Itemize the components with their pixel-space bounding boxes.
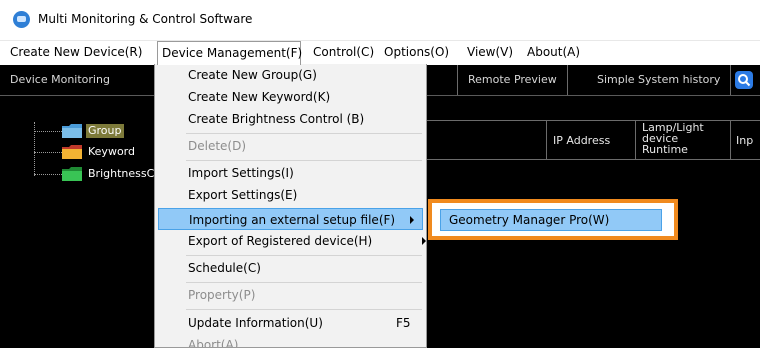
menu-create-new-device[interactable]: Create New Device(R) xyxy=(6,41,146,64)
menu-separator xyxy=(186,255,422,256)
menu-about[interactable]: About(A) xyxy=(523,41,584,64)
menu-item-geometry-manager-pro[interactable]: Geometry Manager Pro(W) xyxy=(440,209,662,231)
menu-shortcut-f5: F5 xyxy=(396,316,411,330)
menu-item-schedule[interactable]: Schedule(C) xyxy=(188,257,261,279)
menu-item-import-settings[interactable]: Import Settings(I) xyxy=(188,162,294,184)
menu-options[interactable]: Options(O) xyxy=(380,41,453,64)
title-bar: Multi Monitoring & Control Software xyxy=(0,0,760,41)
menu-item-create-brightness-control[interactable]: Create Brightness Control (B) xyxy=(188,108,364,130)
app-logo-icon xyxy=(13,11,30,28)
tree-guide-line xyxy=(34,152,62,153)
search-button[interactable] xyxy=(735,71,753,89)
menu-item-update-information[interactable]: Update Information(U) xyxy=(188,312,323,334)
device-management-dropdown: Create New Group(G) Create New Keyword(K… xyxy=(154,64,427,348)
menu-separator xyxy=(186,309,422,310)
menu-item-create-new-keyword[interactable]: Create New Keyword(K) xyxy=(188,86,330,108)
device-tree: Group Keyword BrightnessC xyxy=(0,96,170,347)
column-header-ip-address[interactable]: IP Address xyxy=(546,121,635,159)
menu-separator xyxy=(186,133,422,134)
menu-view[interactable]: View(V) xyxy=(463,41,517,64)
tree-node-label: Group xyxy=(86,124,124,138)
menu-gutter xyxy=(155,64,183,347)
menu-item-create-new-group[interactable]: Create New Group(G) xyxy=(188,64,317,86)
tree-guide-line xyxy=(34,174,62,175)
column-header-lamp-runtime[interactable]: Lamp/Light device Runtime xyxy=(635,121,730,159)
menu-device-management[interactable]: Device Management(F) xyxy=(157,41,302,65)
menu-separator xyxy=(186,282,422,283)
submenu-arrow-icon xyxy=(410,216,414,224)
external-setup-submenu: Geometry Manager Pro(W) xyxy=(428,199,678,240)
menu-item-property[interactable]: Property(P) xyxy=(188,284,255,306)
tab-device-monitoring[interactable]: Device Monitoring xyxy=(0,65,120,95)
search-icon xyxy=(738,74,751,87)
tree-node-label: Keyword xyxy=(88,145,135,158)
submenu-arrow-icon xyxy=(422,237,426,245)
menu-control[interactable]: Control(C) xyxy=(309,41,378,64)
menu-item-export-settings[interactable]: Export Settings(E) xyxy=(188,184,297,206)
folder-icon xyxy=(62,124,82,138)
menu-item-abort[interactable]: Abort(A) xyxy=(188,334,238,347)
menu-item-export-registered-device[interactable]: Export of Registered device(H) xyxy=(188,230,426,252)
column-header-input[interactable]: Inp xyxy=(730,121,760,159)
tab-simple-system-history[interactable]: Simple System history xyxy=(587,65,732,95)
menu-separator xyxy=(186,160,422,161)
menu-item-label: Export of Registered device(H) xyxy=(188,234,373,248)
folder-icon xyxy=(62,145,82,159)
window-title: Multi Monitoring & Control Software xyxy=(38,12,253,26)
tab-remote-preview[interactable]: Remote Preview xyxy=(457,65,568,95)
menu-bar: Create New Device(R) Device Management(F… xyxy=(0,41,760,65)
tree-guide-line xyxy=(34,131,62,132)
tree-node-label: BrightnessC xyxy=(88,167,155,180)
menu-item-label: Importing an external setup file(F) xyxy=(189,213,396,227)
menu-item-import-external-setup[interactable]: Importing an external setup file(F) xyxy=(158,208,423,230)
folder-icon xyxy=(62,167,82,181)
menu-item-delete[interactable]: Delete(D) xyxy=(188,135,246,157)
